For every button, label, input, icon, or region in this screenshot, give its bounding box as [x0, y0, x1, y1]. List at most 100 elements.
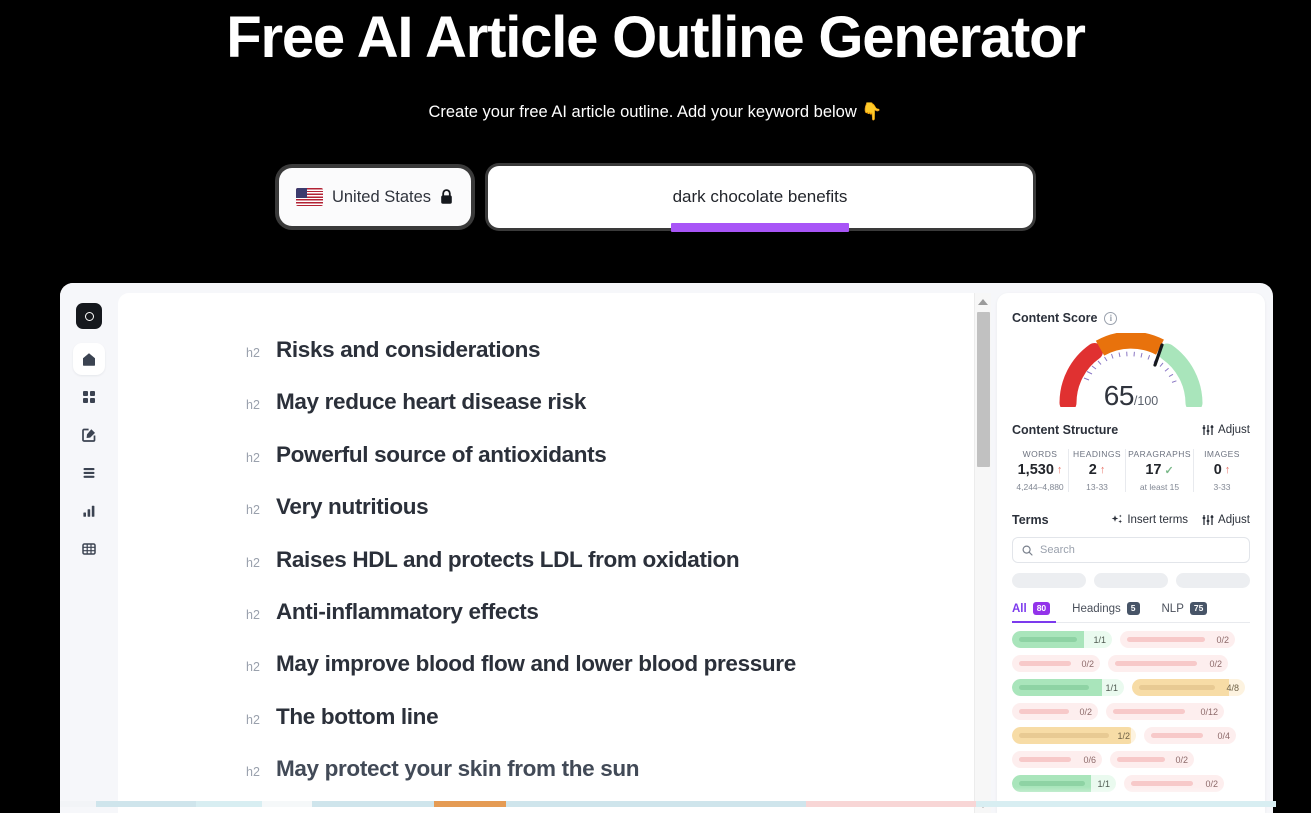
keyword-input[interactable]: dark chocolate benefits: [673, 187, 848, 207]
term-chip-count: 0/2: [1073, 707, 1092, 717]
outline-row[interactable]: h2 Very nutritious: [118, 494, 991, 546]
metric-key: PARAGRAPHS: [1128, 449, 1191, 459]
tab-all[interactable]: All 80: [1012, 602, 1050, 615]
terms-search-input[interactable]: Search: [1040, 544, 1075, 556]
filter-pill[interactable]: [1094, 573, 1168, 588]
terms-chip-list: 1/10/20/20/21/14/80/20/121/20/40/60/21/1…: [1012, 631, 1250, 792]
heading-text[interactable]: Anti-inflammatory effects: [276, 599, 539, 625]
strip-segment: [96, 801, 196, 807]
outline-row[interactable]: h2 The bottom line: [118, 704, 991, 756]
strip-segment: [262, 801, 312, 807]
term-chip-bar: [1019, 709, 1069, 714]
filter-pill[interactable]: [1176, 573, 1250, 588]
score-denominator: /100: [1134, 394, 1158, 408]
sidebar-item-apps[interactable]: [73, 381, 105, 413]
heading-text[interactable]: The bottom line: [276, 704, 438, 730]
content-score-title: Content Score: [1012, 311, 1097, 325]
heading-text[interactable]: May reduce heart disease risk: [276, 389, 586, 415]
term-chip[interactable]: 0/2: [1012, 655, 1100, 672]
heading-text[interactable]: Risks and considerations: [276, 337, 540, 363]
status-up-icon: ↑: [1100, 464, 1106, 476]
terms-search-box[interactable]: Search: [1012, 537, 1250, 563]
term-chip-count: 0/4: [1211, 731, 1230, 741]
score-number: 65: [1104, 380, 1134, 411]
pointing-down-icon: 👇: [861, 102, 882, 121]
outline-row[interactable]: h2 May reduce heart disease risk: [118, 389, 991, 441]
structure-metrics: WORDS 1,530↑ 4,244–4,880 HEADINGS 2↑ 13-…: [1012, 449, 1250, 492]
sidebar-item-tables[interactable]: [73, 533, 105, 565]
editor-scrollbar[interactable]: [974, 293, 991, 813]
grid-icon: [81, 389, 97, 405]
term-chip[interactable]: 1/1: [1012, 631, 1112, 648]
term-chip-count: 0/2: [1199, 779, 1218, 789]
scrollbar-track[interactable]: [975, 310, 992, 796]
tab-badge: 80: [1033, 602, 1050, 615]
insert-terms-button[interactable]: Insert terms: [1111, 514, 1188, 526]
term-chip[interactable]: 0/12: [1106, 703, 1224, 720]
tab-headings[interactable]: Headings 5: [1072, 602, 1139, 615]
structure-adjust-button[interactable]: Adjust: [1202, 424, 1250, 436]
heading-tag: h2: [246, 346, 264, 360]
term-chip[interactable]: 0/2: [1108, 655, 1228, 672]
term-chip[interactable]: 0/6: [1012, 751, 1102, 768]
keyword-search-row: United States dark chocolate benefits: [0, 166, 1311, 228]
content-score-panel: Content Score i 65/100: [997, 293, 1265, 813]
outline-row[interactable]: h2 Risks and considerations: [118, 337, 991, 389]
term-chip-row: 1/1 0/2: [1012, 775, 1250, 792]
tab-badge: 75: [1190, 602, 1207, 615]
outline-row[interactable]: h2 Powerful source of antioxidants: [118, 442, 991, 494]
sidebar-item-analytics[interactable]: [73, 495, 105, 527]
heading-tag: h2: [246, 503, 264, 517]
filter-pill[interactable]: [1012, 573, 1086, 588]
term-chip[interactable]: 0/2: [1012, 703, 1098, 720]
country-selector[interactable]: United States: [279, 168, 471, 226]
sidebar-item-home[interactable]: [73, 343, 105, 375]
sidebar-item-pages[interactable]: [73, 457, 105, 489]
metric-headings: HEADINGS 2↑ 13-33: [1069, 449, 1126, 492]
content-score-gauge: 65/100: [1012, 333, 1250, 417]
term-chip-count: 0/12: [1194, 707, 1218, 717]
metric-value: 0: [1214, 462, 1222, 478]
strip-segment: [0, 801, 60, 807]
term-chip-count: 0/6: [1077, 755, 1096, 765]
scroll-up-arrow[interactable]: [975, 293, 992, 310]
outline-row[interactable]: h2 Raises HDL and protects LDL from oxid…: [118, 547, 991, 599]
term-chip[interactable]: 4/8: [1132, 679, 1245, 696]
heading-text[interactable]: Raises HDL and protects LDL from oxidati…: [276, 547, 739, 573]
outline-row[interactable]: h2 Anti-inflammatory effects: [118, 599, 991, 651]
bar-chart-icon: [81, 503, 97, 519]
keyword-input-wrapper[interactable]: dark chocolate benefits: [488, 166, 1033, 228]
term-chip[interactable]: 1/2: [1012, 727, 1136, 744]
term-chip[interactable]: 0/2: [1120, 631, 1235, 648]
scrollbar-thumb[interactable]: [977, 312, 990, 467]
heading-text[interactable]: Very nutritious: [276, 494, 428, 520]
heading-text[interactable]: May protect your skin from the sun: [276, 756, 639, 782]
terms-adjust-button[interactable]: Adjust: [1202, 514, 1250, 526]
tab-label: Headings: [1072, 603, 1121, 615]
term-chip[interactable]: 1/1: [1012, 775, 1116, 792]
term-chip[interactable]: 1/1: [1012, 679, 1124, 696]
term-chip[interactable]: 0/4: [1144, 727, 1236, 744]
heading-text[interactable]: May improve blood flow and lower blood p…: [276, 651, 796, 677]
info-icon[interactable]: i: [1104, 312, 1117, 325]
heading-tag: h2: [246, 765, 264, 779]
page-title: Free AI Article Outline Generator: [0, 2, 1311, 74]
outline-editor[interactable]: h2 Risks and considerations h2 May reduc…: [118, 293, 991, 813]
lock-icon: [440, 189, 453, 205]
heading-text[interactable]: Powerful source of antioxidants: [276, 442, 606, 468]
metric-range: at least 15: [1128, 482, 1191, 492]
sidebar-item-editor[interactable]: [73, 419, 105, 451]
tab-badge: 5: [1127, 602, 1140, 615]
term-chip[interactable]: 0/2: [1124, 775, 1224, 792]
term-chip[interactable]: 0/2: [1110, 751, 1194, 768]
term-chip-count: 1/1: [1091, 779, 1110, 789]
keyword-underline: [671, 223, 849, 232]
tab-nlp[interactable]: NLP 75: [1162, 602, 1208, 615]
metric-paragraphs: PARAGRAPHS 17✓ at least 15: [1126, 449, 1194, 492]
subtitle-text: Create your free AI article outline. Add…: [428, 103, 856, 121]
term-chip-bar: [1019, 685, 1089, 690]
left-sidebar: [60, 283, 118, 813]
outline-row[interactable]: h2 May improve blood flow and lower bloo…: [118, 651, 991, 703]
us-flag-icon: [296, 188, 323, 206]
brand-logo[interactable]: [76, 303, 102, 329]
